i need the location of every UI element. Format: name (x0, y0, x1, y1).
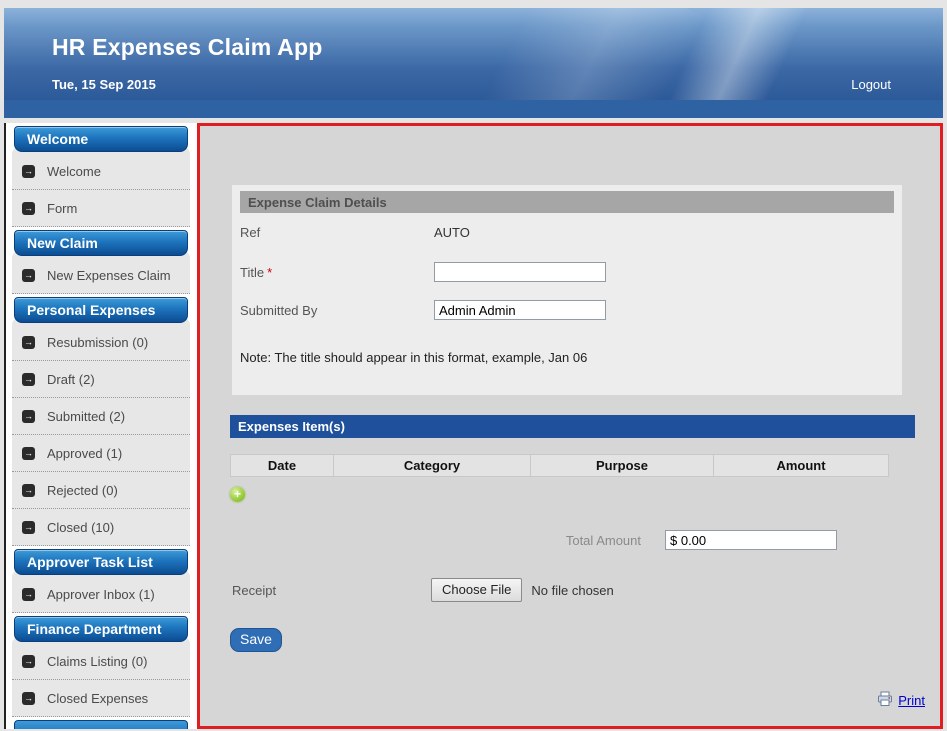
arrow-right-icon: → (22, 484, 35, 497)
sidebar-item-label: Approved (1) (47, 446, 122, 461)
ref-label: Ref (240, 225, 434, 240)
sidebar-item-submitted[interactable]: → Submitted (2) (12, 398, 190, 435)
expenses-items-header: Expenses Item(s) (230, 415, 915, 438)
sidebar-item-claims-listing[interactable]: → Claims Listing (0) (12, 643, 190, 680)
sidebar-item-closed[interactable]: → Closed (10) (12, 509, 190, 546)
sidebar-item-form[interactable]: → Form (12, 190, 190, 227)
sidebar-header-finance-department: Finance Department (14, 616, 188, 642)
file-status-text: No file chosen (531, 583, 613, 598)
sidebar-item-closed-expenses[interactable]: → Closed Expenses (12, 680, 190, 717)
printer-icon (877, 691, 893, 710)
sidebar-section-approver-task-list: Approver Task List → Approver Inbox (1) (11, 549, 191, 613)
arrow-right-icon: → (22, 692, 35, 705)
page: HR Expenses Claim App Tue, 15 Sep 2015 L… (4, 8, 943, 729)
ref-value: AUTO (434, 225, 470, 240)
arrow-right-icon: → (22, 588, 35, 601)
sidebar-header-approver-task-list: Approver Task List (14, 549, 188, 575)
sidebar-header-new-claim: New Claim (14, 230, 188, 256)
submitted-by-label: Submitted By (240, 303, 434, 318)
column-header-category: Category (334, 455, 531, 477)
arrow-right-icon: → (22, 165, 35, 178)
sidebar-section-welcome: Welcome → Welcome → Form (11, 126, 191, 227)
sidebar-section-header-partial (14, 720, 188, 729)
header-date: Tue, 15 Sep 2015 (52, 77, 156, 92)
title-label: Title* (240, 265, 434, 280)
sidebar-item-welcome[interactable]: → Welcome (12, 153, 190, 190)
total-amount-input[interactable] (665, 530, 837, 550)
arrow-right-icon: → (22, 447, 35, 460)
title-input[interactable] (434, 262, 606, 282)
app-header: HR Expenses Claim App Tue, 15 Sep 2015 L… (4, 8, 943, 100)
sidebar-item-label: Closed (10) (47, 520, 114, 535)
arrow-right-icon: → (22, 410, 35, 423)
sidebar-item-label: Welcome (47, 164, 101, 179)
arrow-right-icon: → (22, 655, 35, 668)
sidebar-section-personal-expenses: Personal Expenses → Resubmission (0) → D… (11, 297, 191, 546)
content-row: Welcome → Welcome → Form New Claim (4, 123, 943, 729)
expense-claim-details-panel: Expense Claim Details Ref AUTO Title* Su… (232, 185, 902, 395)
sidebar-item-label: Submitted (2) (47, 409, 125, 424)
save-button[interactable]: Save (230, 628, 282, 652)
sidebar-item-label: Form (47, 201, 77, 216)
column-header-date: Date (231, 455, 334, 477)
sidebar-item-draft[interactable]: → Draft (2) (12, 361, 190, 398)
sidebar-item-label: Approver Inbox (1) (47, 587, 155, 602)
sidebar-item-new-expenses-claim[interactable]: → New Expenses Claim (12, 257, 190, 294)
logout-link[interactable]: Logout (851, 77, 891, 92)
required-marker: * (267, 265, 272, 280)
sidebar-item-rejected[interactable]: → Rejected (0) (12, 472, 190, 509)
sidebar-header-personal-expenses: Personal Expenses (14, 297, 188, 323)
sidebar-item-label: Rejected (0) (47, 483, 118, 498)
arrow-right-icon: → (22, 202, 35, 215)
sidebar-item-approved[interactable]: → Approved (1) (12, 435, 190, 472)
details-panel-header: Expense Claim Details (240, 191, 894, 213)
sidebar-section-new-claim: New Claim → New Expenses Claim (11, 230, 191, 294)
arrow-right-icon: → (22, 336, 35, 349)
column-header-purpose: Purpose (531, 455, 714, 477)
print-link[interactable]: Print (898, 693, 925, 708)
sidebar-item-label: Closed Expenses (47, 691, 148, 706)
sidebar-item-label: Resubmission (0) (47, 335, 148, 350)
arrow-right-icon: → (22, 373, 35, 386)
choose-file-button[interactable]: Choose File (431, 578, 522, 602)
header-strip (4, 100, 943, 118)
sidebar-item-label: Claims Listing (0) (47, 654, 147, 669)
sidebar-header-welcome: Welcome (14, 126, 188, 152)
add-item-button plus-icon[interactable]: + (230, 487, 245, 502)
total-amount-label: Total Amount (566, 533, 641, 548)
sidebar-item-resubmission[interactable]: → Resubmission (0) (12, 324, 190, 361)
main-form-area: Expense Claim Details Ref AUTO Title* Su… (197, 123, 943, 729)
sidebar-section-finance-department: Finance Department → Claims Listing (0) … (11, 616, 191, 717)
submitted-by-input[interactable] (434, 300, 606, 320)
sidebar-item-approver-inbox[interactable]: → Approver Inbox (1) (12, 576, 190, 613)
arrow-right-icon: → (22, 521, 35, 534)
receipt-label: Receipt (232, 583, 431, 598)
sidebar-item-label: Draft (2) (47, 372, 95, 387)
column-header-amount: Amount (714, 455, 889, 477)
arrow-right-icon: → (22, 269, 35, 282)
expenses-items-table: Date Category Purpose Amount (230, 454, 889, 477)
sidebar-item-label: New Expenses Claim (47, 268, 171, 283)
app-title: HR Expenses Claim App (52, 34, 322, 61)
title-format-note: Note: The title should appear in this fo… (240, 350, 894, 365)
sidebar: Welcome → Welcome → Form New Claim (6, 123, 197, 729)
